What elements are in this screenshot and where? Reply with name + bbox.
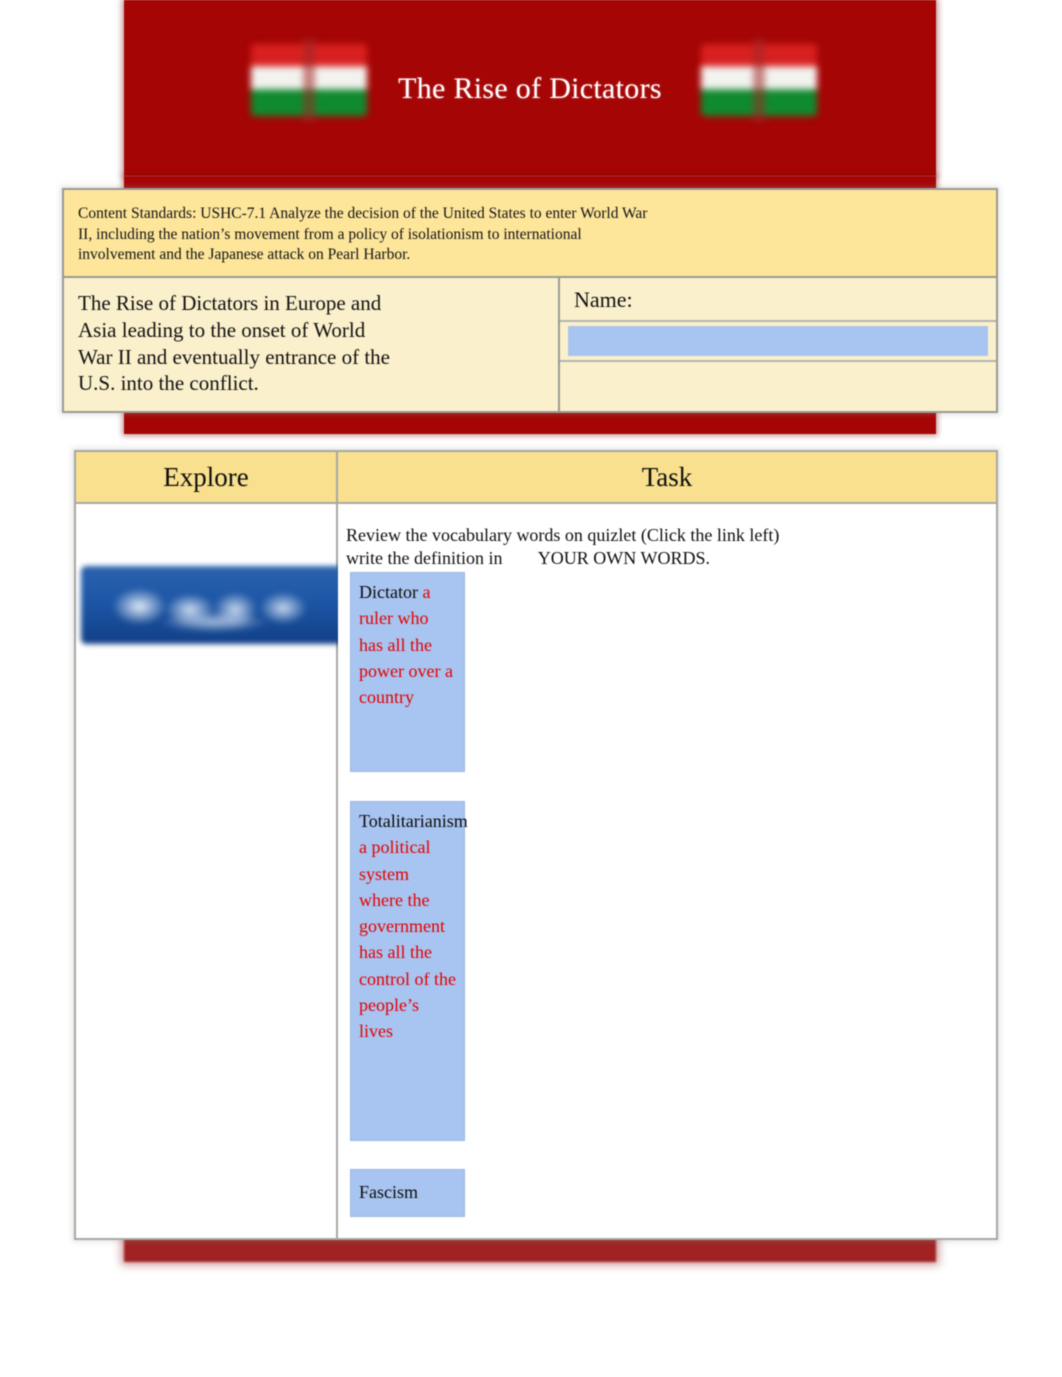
table-body-row: Review the vocabulary words on quizlet (… — [76, 504, 996, 1238]
vocabulary-term: Fascism — [359, 1182, 419, 1202]
title-banner-inner: The Rise of Dictators — [124, 0, 936, 176]
quizlet-link-icon[interactable] — [81, 566, 347, 644]
table-header-row: Explore Task — [76, 452, 996, 504]
task-instruction-line-1: Review the vocabulary words on quizlet (… — [346, 525, 780, 545]
vocabulary-term: Dictator — [359, 582, 418, 602]
standards-line-3: involvement and the Japanese attack on P… — [78, 246, 411, 264]
standards-line-1: Content Standards: USHC-7.1 Analyze the … — [78, 205, 648, 222]
task-column-header: Task — [338, 452, 996, 504]
info-row: The Rise of Dictators in Europe and Asia… — [64, 277, 996, 412]
explore-column-header: Explore — [76, 452, 338, 504]
description-line-3: War II and eventually entrance of the — [78, 344, 390, 369]
task-instructions: Review the vocabulary words on quizlet (… — [346, 524, 986, 571]
task-instruction-line-2: write the definition in YOUR OWN WORDS. — [346, 548, 710, 569]
task-column-cell: Review the vocabulary words on quizlet (… — [338, 504, 996, 1238]
standards-table: Content Standards: USHC-7.1 Analyze the … — [62, 188, 998, 414]
description-line-2: Asia leading to the onset of World — [78, 317, 366, 342]
page-title: The Rise of Dictators — [398, 72, 662, 105]
vocabulary-answer-box[interactable]: Dictator a ruler who has all the power o… — [350, 572, 465, 772]
description-line-4: U.S. into the conflict. — [78, 371, 259, 396]
standards-line-2: II, including the nation’s movement from… — [78, 225, 582, 243]
vocabulary-answer-box[interactable]: Fascism — [350, 1169, 465, 1217]
explore-column-cell — [76, 504, 347, 1238]
unit-description-cell: The Rise of Dictators in Europe and Asia… — [64, 277, 560, 412]
description-line-1: The Rise of Dictators in Europe and — [78, 290, 382, 315]
explore-task-table: Explore Task Review the vocabulary words… — [74, 450, 998, 1240]
name-input-row — [560, 321, 996, 362]
name-label: Name: — [560, 277, 996, 322]
title-banner: The Rise of Dictators — [124, 0, 936, 176]
name-cell: Name: — [560, 277, 996, 412]
vocabulary-definition: a political system where the government … — [359, 837, 456, 1042]
name-extra-row — [560, 361, 996, 388]
vocabulary-term: Totalitarianism — [359, 811, 468, 831]
vocabulary-answer-box[interactable]: Totalitarianism a political system where… — [350, 801, 468, 1141]
content-standards-cell: Content Standards: USHC-7.1 Analyze the … — [64, 190, 996, 278]
name-input[interactable] — [568, 325, 988, 356]
